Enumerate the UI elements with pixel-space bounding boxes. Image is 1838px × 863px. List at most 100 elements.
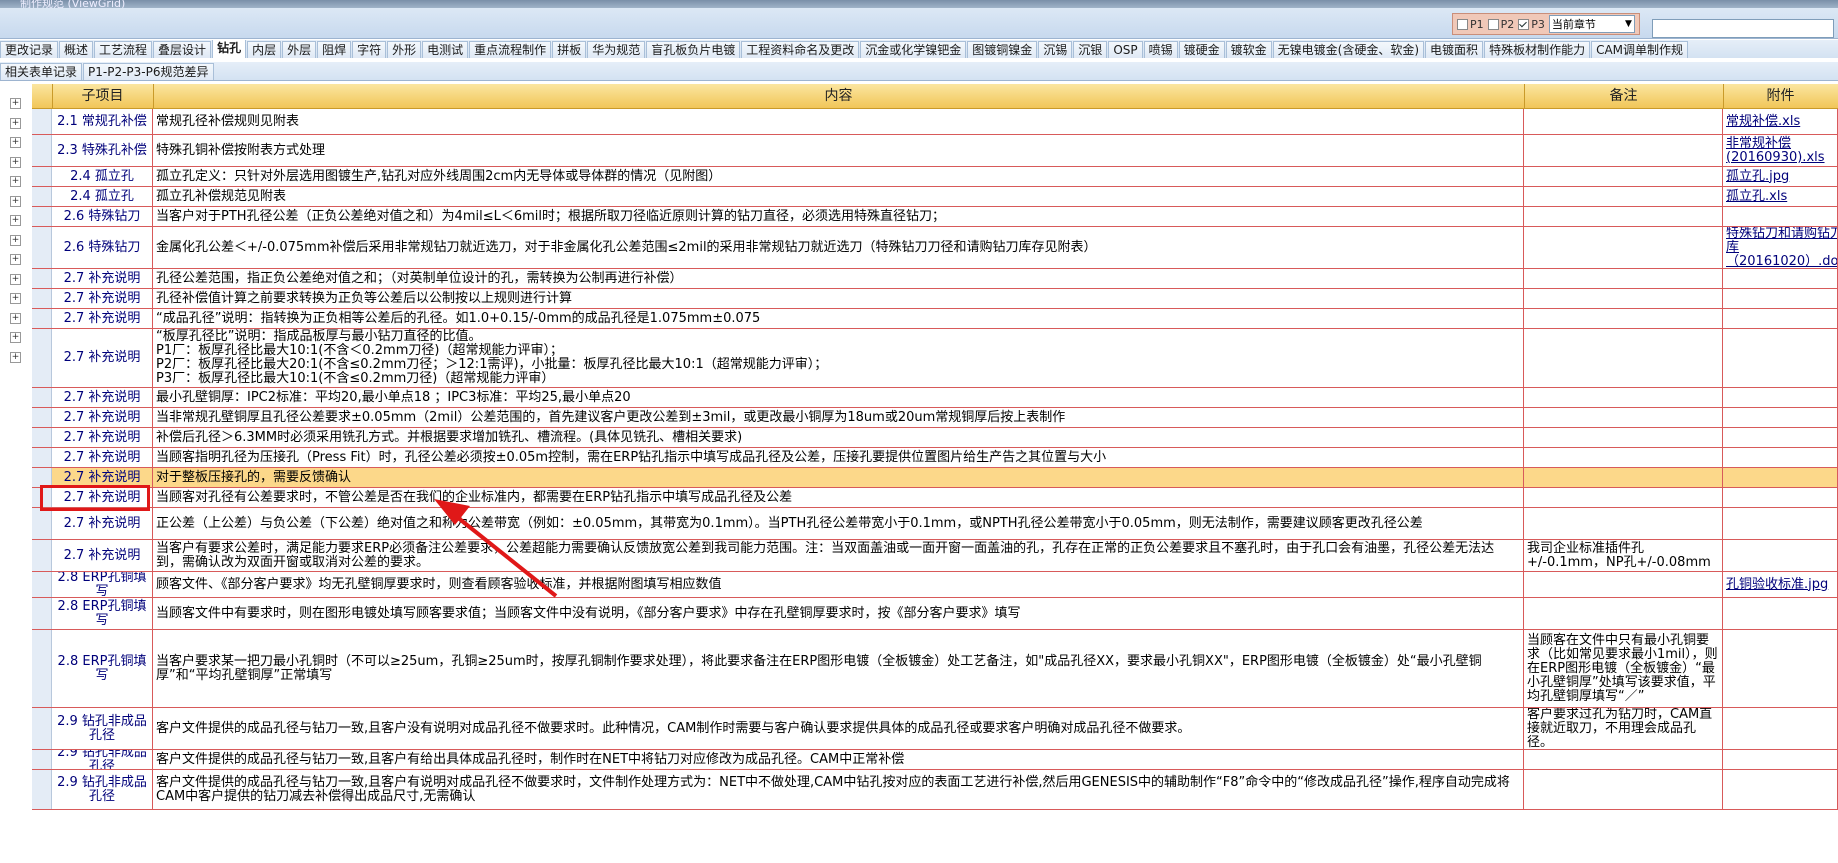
tab-21[interactable]: 喷锡 (1143, 41, 1178, 58)
row-attachment-link[interactable]: 孔铜验收标准.jpg (1723, 572, 1838, 597)
checkbox-p2[interactable] (1487, 18, 1499, 30)
row-attachment-link[interactable]: 孤立孔.xls (1723, 187, 1838, 206)
row-content: 当客户对于PTH孔径公差（正负公差绝对值之和）为4mil≤L＜6mil时；根据所… (153, 207, 1524, 226)
tab-11[interactable]: 重点流程制作 (469, 41, 552, 58)
expand-icon[interactable]: + (10, 351, 21, 363)
table-row[interactable]: 2.7 补充说明 补偿后孔径＞6.3MM时必须采用铣孔方式。并根据要求增加铣孔、槽… (32, 428, 1838, 448)
row-indicator (32, 329, 52, 387)
expand-icon[interactable]: + (10, 176, 21, 187)
expand-icon[interactable]: + (10, 117, 21, 129)
row-remark (1524, 488, 1723, 507)
search-input[interactable] (1652, 19, 1834, 38)
expand-icon[interactable]: + (10, 312, 21, 324)
table-row[interactable]: 2.7 补充说明 对于整板压接孔的，需要反馈确认 (32, 468, 1838, 488)
checkbox-p1[interactable] (1457, 18, 1468, 30)
row-attachment-link[interactable]: 孤立孔.jpg (1723, 167, 1838, 186)
tab-25[interactable]: 电镀面积 (1425, 41, 1484, 58)
expand-icon[interactable]: + (10, 137, 21, 148)
row-attachment-link (1723, 207, 1838, 226)
header-remark[interactable]: 备注 (1524, 84, 1724, 108)
expand-icon[interactable]: + (10, 98, 21, 109)
tab-7[interactable]: 阻焊 (317, 41, 352, 58)
table-row[interactable]: 2.8 ERP孔铜填写 顾客文件、《部分客户要求》均无孔壁铜厚要求时，则查看顾客验… (32, 572, 1838, 598)
row-subitem: 2.7 补充说明 (52, 488, 153, 507)
table-row[interactable]: 2.9 钻孔非成品孔径 客户文件提供的成品孔径与钻刀一致,且客户有给出具体成品孔径… (32, 750, 1838, 770)
row-remark (1524, 269, 1723, 288)
table-row[interactable]: 2.7 补充说明 最小孔壁铜厚：IPC2标准：平均20,最小单点18 ；IPC3标… (32, 388, 1838, 408)
row-indicator (32, 750, 52, 769)
table-row[interactable]: 2.3 特殊孔补偿 特殊孔铜补偿按附表方式处理 非常规补偿(20160930).xl… (32, 135, 1838, 167)
tab-17[interactable]: 图镀铜镍金 (967, 41, 1038, 58)
tab-15[interactable]: 工程资料命名及更改 (741, 41, 860, 58)
header-content[interactable]: 内容 (153, 84, 1525, 108)
table-row[interactable]: 2.7 补充说明 孔径补偿值计算之前要求转换为正负等公差后以公制按以上规则进行计算 (32, 289, 1838, 309)
row-remark (1524, 109, 1723, 134)
row-subitem: 2.7 补充说明 (52, 309, 153, 328)
row-subitem: 2.7 补充说明 (52, 329, 153, 387)
tab-22[interactable]: 镀硬金 (1178, 41, 1225, 58)
tab-13[interactable]: 华为规范 (587, 41, 646, 58)
table-row[interactable]: 2.7 补充说明 当客户有要求公差时，满足能力要求ERP必须备注公差要求，公差超能… (32, 540, 1838, 572)
tab-19[interactable]: 沉银 (1073, 41, 1108, 58)
expand-icon[interactable]: + (10, 293, 21, 304)
row-attachment-link[interactable]: 非常规补偿(20160930).xls (1723, 135, 1838, 166)
row-content: “成品孔径”说明：指转换为正负相等公差后的孔径。如1.0+0.15/-0mm的成… (153, 309, 1524, 328)
expand-icon[interactable]: + (10, 156, 21, 168)
table-row[interactable]: 2.7 补充说明 当顾客指明孔径为压接孔（Press Fit）时，孔径公差必须按±… (32, 448, 1838, 468)
header-attachment[interactable]: 附件 (1723, 84, 1838, 108)
table-row[interactable]: 2.9 钻孔非成品孔径 客户文件提供的成品孔径与钻刀一致,且客户没有说明对成品孔径… (32, 708, 1838, 750)
scope-select[interactable]: 当前章节 ▼ (1548, 15, 1635, 33)
tab-23[interactable]: 镀软金 (1225, 41, 1272, 58)
table-row[interactable]: 2.8 ERP孔铜填写 当客户要求某一把刀最小孔铜时（不可以≥25um，孔铜≥25… (32, 630, 1838, 708)
row-attachment-link[interactable]: 常规补偿.xls (1723, 109, 1838, 134)
row-content: 常规孔径补偿规则见附表 (153, 109, 1524, 134)
row-content: 孤立孔补偿规范见附表 (153, 187, 1524, 206)
expand-icon[interactable]: + (10, 273, 21, 285)
table-row[interactable]: 2.7 补充说明 正公差（上公差）与负公差（下公差）绝对值之和称为公差带宽（例如：… (32, 508, 1838, 540)
expand-icon[interactable]: + (10, 332, 21, 343)
tab2-1[interactable]: P1-P2-P3-P6规范差异 (83, 63, 214, 80)
tab-2[interactable]: 工艺流程 (94, 41, 153, 58)
filter-p3[interactable]: P3 (1518, 18, 1545, 31)
tab-18[interactable]: 沉锡 (1038, 41, 1073, 58)
tab-8[interactable]: 字符 (352, 41, 387, 58)
table-row[interactable]: 2.4 孤立孔 孤立孔定义：只针对外层选用图镀生产,钻孔对应外线周围2cm内无导体… (32, 167, 1838, 187)
row-attachment-link[interactable]: 特殊钻刀和请购钻刀库（20161020）.docx (1723, 227, 1838, 268)
tab-5[interactable]: 内层 (247, 41, 282, 58)
tab-6[interactable]: 外层 (282, 41, 317, 58)
table-row[interactable]: 2.9 钻孔非成品孔径 客户文件提供的成品孔径与钻刀一致,且客户有说明对成品孔径不… (32, 770, 1838, 810)
tab-9[interactable]: 外形 (387, 41, 422, 58)
table-row[interactable]: 2.7 补充说明 当非常规孔壁铜厚且孔径公差要求±0.05mm（2mil）公差范围… (32, 408, 1838, 428)
expand-icon[interactable]: + (10, 234, 21, 246)
tab-4[interactable]: 钻孔 (212, 40, 247, 58)
table-row[interactable]: 2.6 特殊钻刀 当客户对于PTH孔径公差（正负公差绝对值之和）为4mil≤L＜6… (32, 207, 1838, 227)
table-row[interactable]: 2.6 特殊钻刀 金属化孔公差＜+/-0.075mm补偿后采用非常规钻刀就近选刀，… (32, 227, 1838, 269)
expand-icon[interactable]: + (10, 254, 21, 265)
tab-14[interactable]: 盲孔板负片电镀 (646, 41, 741, 58)
tab-20[interactable]: OSP (1108, 41, 1143, 58)
tab-3[interactable]: 叠层设计 (153, 41, 212, 58)
tab2-0[interactable]: 相关表单记录 (0, 63, 83, 80)
expand-icon[interactable]: + (10, 215, 21, 226)
window-title: 制作规范 (ViewGrid) (20, 0, 126, 8)
checkbox-p3[interactable] (1518, 18, 1530, 30)
table-row[interactable]: 2.7 补充说明 “成品孔径”说明：指转换为正负相等公差后的孔径。如1.0+0.1… (32, 309, 1838, 329)
header-subitem[interactable]: 子项目 (52, 84, 154, 108)
table-row[interactable]: 2.1 常规孔补偿 常规孔径补偿规则见附表 常规补偿.xls (32, 109, 1838, 135)
tab-16[interactable]: 沉金或化学镍钯金 (860, 41, 967, 58)
table-row[interactable]: 2.7 补充说明 当顾客对孔径有公差要求时，不管公差是否在我们的企业标准内，都需要… (32, 488, 1838, 508)
tab-10[interactable]: 电测试 (422, 41, 469, 58)
table-row[interactable]: 2.7 补充说明 “板厚孔径比”说明：指成品板厚与最小钻刀直径的比值。 P1厂：板… (32, 329, 1838, 388)
table-row[interactable]: 2.8 ERP孔铜填写 当顾客文件中有要求时，则在图形电镀处填写顾客要求值；当顾客… (32, 598, 1838, 630)
table-row[interactable]: 2.4 孤立孔 孤立孔补偿规范见附表 孤立孔.xls (32, 187, 1838, 207)
table-row[interactable]: 2.7 补充说明 孔径公差范围，指正负公差绝对值之和；（对英制单位设计的孔，需转换… (32, 269, 1838, 289)
tab-27[interactable]: CAM调单制作规 (1591, 41, 1689, 58)
expand-icon[interactable]: + (10, 195, 21, 207)
filter-p2[interactable]: P2 (1487, 18, 1514, 31)
tab-1[interactable]: 概述 (59, 41, 94, 58)
tab-0[interactable]: 更改记录 (0, 41, 59, 58)
tab-26[interactable]: 特殊板材制作能力 (1484, 41, 1591, 58)
filter-p1[interactable]: P1 (1457, 18, 1484, 31)
tab-12[interactable]: 拼板 (552, 41, 587, 58)
tab-24[interactable]: 无镍电镀金(含硬金、软金) (1272, 41, 1425, 58)
